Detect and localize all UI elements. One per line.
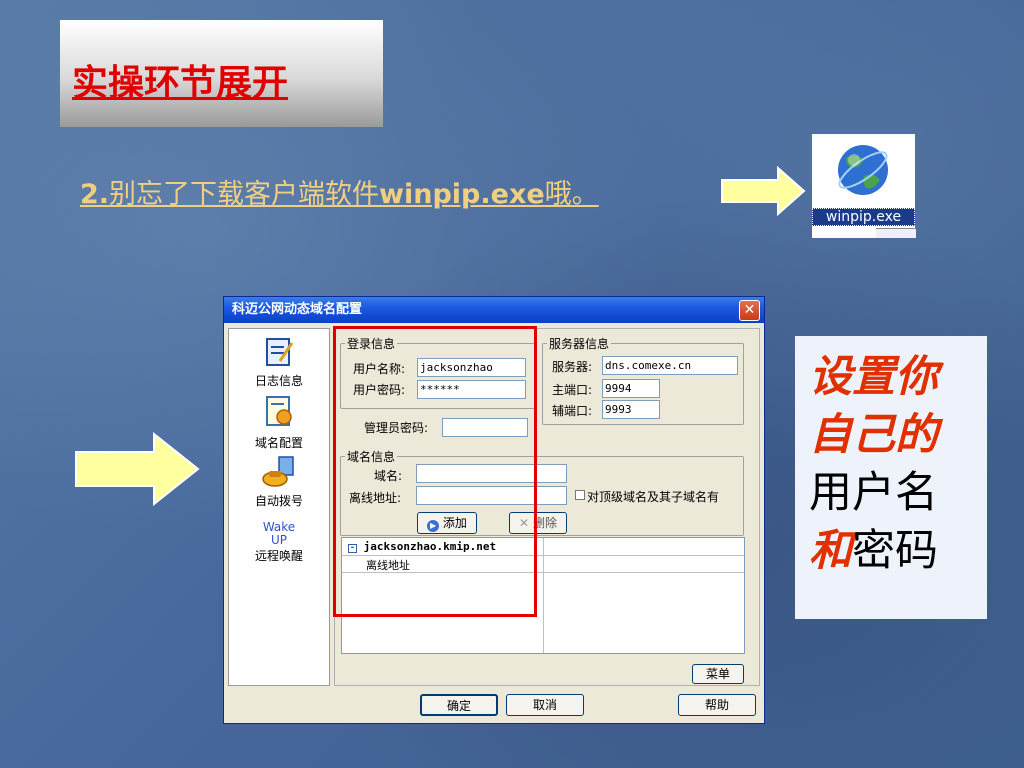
server-label: 服务器: xyxy=(552,360,593,374)
winpip-edge xyxy=(876,228,916,238)
winpip-file-icon[interactable]: winpip.exe xyxy=(812,134,916,238)
sidebar-label-log: 日志信息 xyxy=(254,374,303,388)
subtitle-text: 别忘了下载客户端软件 xyxy=(109,179,380,210)
slide-subtitle: 2.别忘了下载客户端软件winpip.exe哦。 xyxy=(80,172,599,211)
subdomain-checkbox[interactable] xyxy=(575,490,585,500)
subtitle-number: 2. xyxy=(80,179,110,210)
winpip-file-label: winpip.exe xyxy=(812,208,915,226)
note-line-1: 设置你 xyxy=(809,352,938,402)
sidebar-label-dialer: 自动拨号 xyxy=(254,494,303,508)
globe-icon xyxy=(838,145,888,195)
arrow-right-icon xyxy=(721,166,806,216)
sidebar-item-domain[interactable]: 域名配置 xyxy=(229,393,329,451)
main-port-input[interactable]: 9994 xyxy=(602,379,660,398)
domain-config-icon xyxy=(266,396,292,426)
help-button[interactable]: 帮助 xyxy=(678,694,756,716)
note-box: 设置你 自己的 用户名 和密码 xyxy=(795,336,987,619)
main-port-label: 主端口: xyxy=(552,383,593,397)
highlight-box xyxy=(333,326,537,617)
note-line-2: 自己的 xyxy=(809,410,938,460)
sidebar-label-wake: 远程唤醒 xyxy=(254,549,303,563)
sidebar-label-domain: 域名配置 xyxy=(254,436,303,450)
dialog-sidebar: 日志信息 域名配置 自动拨号 Wake UP 远程唤醒 xyxy=(228,328,330,686)
log-icon xyxy=(266,338,294,366)
arrow-left-pointer-icon xyxy=(75,432,200,506)
aux-port-input[interactable]: 9993 xyxy=(602,400,660,419)
close-button[interactable]: ✕ xyxy=(739,300,760,321)
sidebar-item-wake[interactable]: Wake UP 远程唤醒 xyxy=(229,521,329,564)
subtitle-end: 哦。 xyxy=(544,179,599,210)
slide-title: 实操环节展开 xyxy=(72,62,289,104)
subtitle-filename: winpip.exe xyxy=(379,179,545,210)
note-line-3: 用户名 xyxy=(809,468,938,518)
cancel-button[interactable]: 取消 xyxy=(506,694,584,716)
ok-button[interactable]: 确定 xyxy=(420,694,498,716)
sidebar-item-dialer[interactable]: 自动拨号 xyxy=(229,455,329,509)
note-line-4: 和密码 xyxy=(809,522,987,580)
dialer-icon xyxy=(262,456,294,487)
dialog-title: 科迈公网动态域名配置 xyxy=(224,297,764,323)
menu-button[interactable]: 菜单 xyxy=(692,664,744,684)
subdomain-checkbox-label: 对顶级域名及其子域名有 xyxy=(587,490,720,504)
note-line-4-red: 和 xyxy=(809,526,852,576)
slide-title-box: 实操环节展开 xyxy=(60,20,383,127)
aux-port-label: 辅端口: xyxy=(552,404,593,418)
sidebar-item-log[interactable]: 日志信息 xyxy=(229,335,329,389)
wake-up-icon: Wake UP xyxy=(262,520,296,547)
server-input[interactable]: dns.comexe.cn xyxy=(602,356,738,375)
server-legend: 服务器信息 xyxy=(549,337,610,351)
note-line-4-black: 密码 xyxy=(852,526,938,576)
